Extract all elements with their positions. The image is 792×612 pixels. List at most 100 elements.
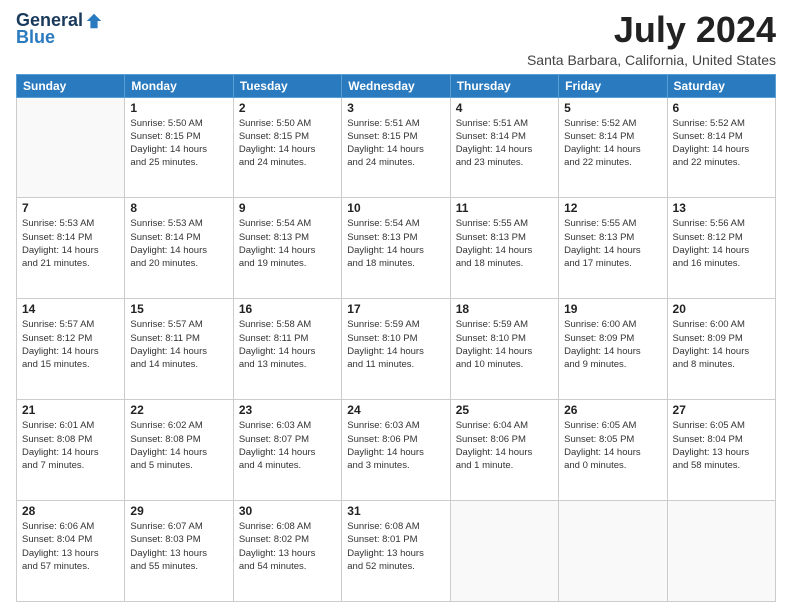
day-number: 18 <box>456 302 553 316</box>
day-info: Sunrise: 6:00 AM Sunset: 8:09 PM Dayligh… <box>673 318 770 371</box>
table-row: 10 Sunrise: 5:54 AM Sunset: 8:13 PM Dayli… <box>342 198 450 299</box>
day-info: Sunrise: 6:04 AM Sunset: 8:06 PM Dayligh… <box>456 419 553 472</box>
table-row: 11 Sunrise: 5:55 AM Sunset: 8:13 PM Dayli… <box>450 198 558 299</box>
day-info: Sunrise: 6:06 AM Sunset: 8:04 PM Dayligh… <box>22 520 119 573</box>
day-number: 26 <box>564 403 661 417</box>
col-monday: Monday <box>125 74 233 97</box>
day-info: Sunrise: 5:52 AM Sunset: 8:14 PM Dayligh… <box>564 117 661 170</box>
table-row: 29Sunrise: 6:07 AM Sunset: 8:03 PM Dayli… <box>125 501 233 602</box>
day-number: 1 <box>130 101 227 115</box>
table-row: 26 Sunrise: 6:05 AM Sunset: 8:05 PM Dayli… <box>559 400 667 501</box>
table-row: 3 Sunrise: 5:51 AM Sunset: 8:15 PM Daylig… <box>342 97 450 198</box>
day-number: 16 <box>239 302 336 316</box>
table-row: 23Sunrise: 6:03 AM Sunset: 8:07 PM Dayli… <box>233 400 341 501</box>
day-number: 14 <box>22 302 119 316</box>
calendar-week-row: 14 Sunrise: 5:57 AM Sunset: 8:12 PM Dayli… <box>17 299 776 400</box>
day-number: 11 <box>456 201 553 215</box>
col-saturday: Saturday <box>667 74 775 97</box>
table-row: 16 Sunrise: 5:58 AM Sunset: 8:11 PM Dayli… <box>233 299 341 400</box>
day-info: Sunrise: 5:51 AM Sunset: 8:15 PM Dayligh… <box>347 117 444 170</box>
table-row: 21 Sunrise: 6:01 AM Sunset: 8:08 PM Dayli… <box>17 400 125 501</box>
table-row <box>667 501 775 602</box>
day-info: Sunrise: 5:55 AM Sunset: 8:13 PM Dayligh… <box>456 217 553 270</box>
day-number: 12 <box>564 201 661 215</box>
table-row: 31Sunrise: 6:08 AM Sunset: 8:01 PM Dayli… <box>342 501 450 602</box>
col-friday: Friday <box>559 74 667 97</box>
calendar-table: Sunday Monday Tuesday Wednesday Thursday… <box>16 74 776 602</box>
day-info: Sunrise: 5:58 AM Sunset: 8:11 PM Dayligh… <box>239 318 336 371</box>
table-row: 9 Sunrise: 5:54 AM Sunset: 8:13 PM Daylig… <box>233 198 341 299</box>
day-number: 6 <box>673 101 770 115</box>
table-row: 19 Sunrise: 6:00 AM Sunset: 8:09 PM Dayli… <box>559 299 667 400</box>
table-row: 6 Sunrise: 5:52 AM Sunset: 8:14 PM Daylig… <box>667 97 775 198</box>
day-info: Sunrise: 5:53 AM Sunset: 8:14 PM Dayligh… <box>130 217 227 270</box>
title-block: July 2024 Santa Barbara, California, Uni… <box>527 10 776 68</box>
calendar-header-row: Sunday Monday Tuesday Wednesday Thursday… <box>17 74 776 97</box>
day-number: 15 <box>130 302 227 316</box>
day-number: 21 <box>22 403 119 417</box>
day-number: 8 <box>130 201 227 215</box>
day-info: Sunrise: 6:05 AM Sunset: 8:04 PM Dayligh… <box>673 419 770 472</box>
day-info: Sunrise: 5:59 AM Sunset: 8:10 PM Dayligh… <box>456 318 553 371</box>
day-number: 22 <box>130 403 227 417</box>
table-row: 30Sunrise: 6:08 AM Sunset: 8:02 PM Dayli… <box>233 501 341 602</box>
day-number: 25 <box>456 403 553 417</box>
table-row: 7Sunrise: 5:53 AM Sunset: 8:14 PM Daylig… <box>17 198 125 299</box>
table-row <box>559 501 667 602</box>
day-info: Sunrise: 5:53 AM Sunset: 8:14 PM Dayligh… <box>22 217 119 270</box>
day-info: Sunrise: 5:55 AM Sunset: 8:13 PM Dayligh… <box>564 217 661 270</box>
day-number: 13 <box>673 201 770 215</box>
day-info: Sunrise: 5:54 AM Sunset: 8:13 PM Dayligh… <box>347 217 444 270</box>
day-info: Sunrise: 5:57 AM Sunset: 8:12 PM Dayligh… <box>22 318 119 371</box>
table-row: 12 Sunrise: 5:55 AM Sunset: 8:13 PM Dayli… <box>559 198 667 299</box>
col-wednesday: Wednesday <box>342 74 450 97</box>
day-info: Sunrise: 6:00 AM Sunset: 8:09 PM Dayligh… <box>564 318 661 371</box>
day-info: Sunrise: 6:03 AM Sunset: 8:07 PM Dayligh… <box>239 419 336 472</box>
day-number: 19 <box>564 302 661 316</box>
logo-icon <box>85 12 103 30</box>
day-number: 4 <box>456 101 553 115</box>
day-number: 17 <box>347 302 444 316</box>
table-row: 1 Sunrise: 5:50 AM Sunset: 8:15 PM Daylig… <box>125 97 233 198</box>
calendar-week-row: 21 Sunrise: 6:01 AM Sunset: 8:08 PM Dayli… <box>17 400 776 501</box>
day-info: Sunrise: 5:50 AM Sunset: 8:15 PM Dayligh… <box>239 117 336 170</box>
location-title: Santa Barbara, California, United States <box>527 52 776 68</box>
table-row: 24Sunrise: 6:03 AM Sunset: 8:06 PM Dayli… <box>342 400 450 501</box>
day-info: Sunrise: 6:02 AM Sunset: 8:08 PM Dayligh… <box>130 419 227 472</box>
col-tuesday: Tuesday <box>233 74 341 97</box>
day-number: 24 <box>347 403 444 417</box>
table-row: 20Sunrise: 6:00 AM Sunset: 8:09 PM Dayli… <box>667 299 775 400</box>
table-row: 25 Sunrise: 6:04 AM Sunset: 8:06 PM Dayli… <box>450 400 558 501</box>
day-info: Sunrise: 5:57 AM Sunset: 8:11 PM Dayligh… <box>130 318 227 371</box>
day-info: Sunrise: 5:50 AM Sunset: 8:15 PM Dayligh… <box>130 117 227 170</box>
table-row: 5 Sunrise: 5:52 AM Sunset: 8:14 PM Daylig… <box>559 97 667 198</box>
calendar-week-row: 1 Sunrise: 5:50 AM Sunset: 8:15 PM Daylig… <box>17 97 776 198</box>
table-row <box>17 97 125 198</box>
day-info: Sunrise: 5:59 AM Sunset: 8:10 PM Dayligh… <box>347 318 444 371</box>
logo: General Blue <box>16 10 103 48</box>
day-number: 10 <box>347 201 444 215</box>
day-info: Sunrise: 6:01 AM Sunset: 8:08 PM Dayligh… <box>22 419 119 472</box>
calendar-week-row: 28Sunrise: 6:06 AM Sunset: 8:04 PM Dayli… <box>17 501 776 602</box>
day-number: 2 <box>239 101 336 115</box>
table-row: 22 Sunrise: 6:02 AM Sunset: 8:08 PM Dayli… <box>125 400 233 501</box>
table-row: 4Sunrise: 5:51 AM Sunset: 8:14 PM Daylig… <box>450 97 558 198</box>
day-number: 31 <box>347 504 444 518</box>
day-info: Sunrise: 5:54 AM Sunset: 8:13 PM Dayligh… <box>239 217 336 270</box>
day-info: Sunrise: 5:52 AM Sunset: 8:14 PM Dayligh… <box>673 117 770 170</box>
table-row: 27Sunrise: 6:05 AM Sunset: 8:04 PM Dayli… <box>667 400 775 501</box>
table-row: 17 Sunrise: 5:59 AM Sunset: 8:10 PM Dayli… <box>342 299 450 400</box>
day-number: 5 <box>564 101 661 115</box>
table-row <box>450 501 558 602</box>
table-row: 2 Sunrise: 5:50 AM Sunset: 8:15 PM Daylig… <box>233 97 341 198</box>
day-number: 9 <box>239 201 336 215</box>
day-info: Sunrise: 5:56 AM Sunset: 8:12 PM Dayligh… <box>673 217 770 270</box>
table-row: 8 Sunrise: 5:53 AM Sunset: 8:14 PM Daylig… <box>125 198 233 299</box>
day-number: 30 <box>239 504 336 518</box>
month-title: July 2024 <box>527 10 776 50</box>
day-info: Sunrise: 6:05 AM Sunset: 8:05 PM Dayligh… <box>564 419 661 472</box>
table-row: 14 Sunrise: 5:57 AM Sunset: 8:12 PM Dayli… <box>17 299 125 400</box>
day-number: 3 <box>347 101 444 115</box>
table-row: 28Sunrise: 6:06 AM Sunset: 8:04 PM Dayli… <box>17 501 125 602</box>
table-row: 18 Sunrise: 5:59 AM Sunset: 8:10 PM Dayli… <box>450 299 558 400</box>
